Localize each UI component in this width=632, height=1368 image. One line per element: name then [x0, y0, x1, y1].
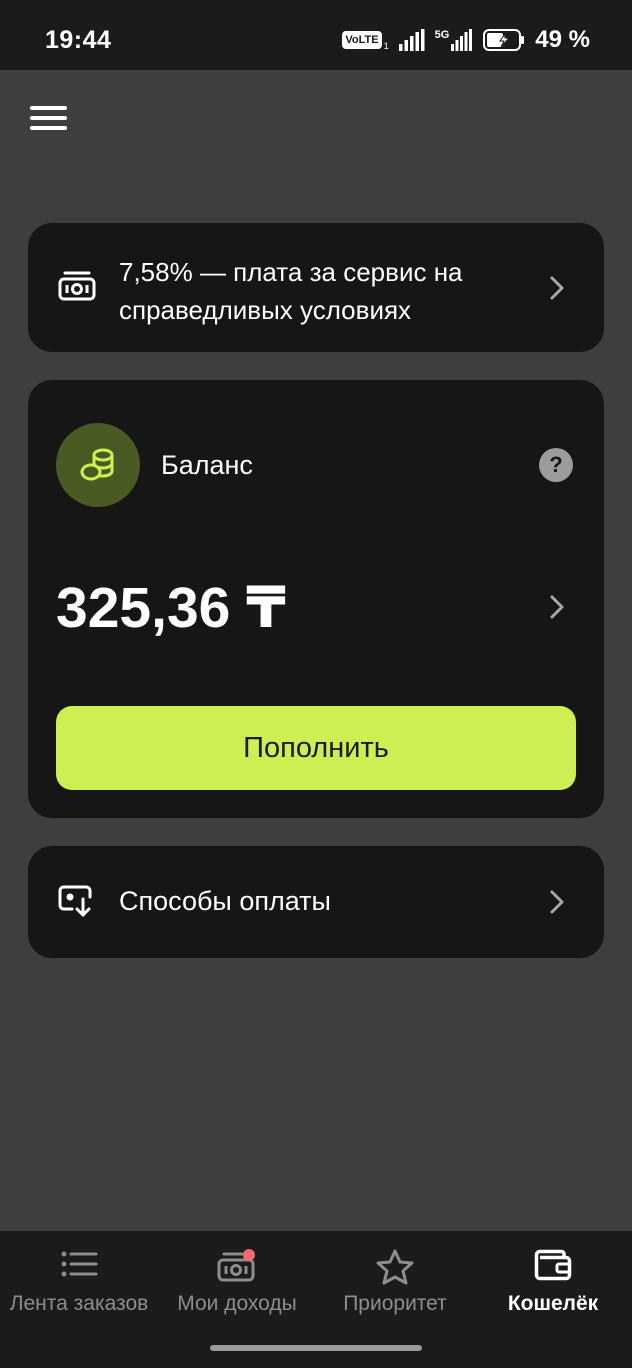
nav-label: Мои доходы — [177, 1292, 297, 1315]
balance-avatar — [56, 423, 140, 507]
status-time: 19:44 — [45, 26, 112, 54]
status-icons: VoLTE 1 5G 49 % — [342, 26, 590, 54]
volte-icon: VoLTE — [342, 31, 382, 49]
payment-card-icon — [58, 885, 92, 917]
list-icon — [61, 1251, 98, 1277]
network-type: 5G — [434, 29, 450, 41]
menu-icon[interactable] — [30, 104, 68, 132]
chevron-right-icon — [550, 276, 564, 300]
balance-card: Баланс ? 325,36 ₸ Пополнить — [28, 380, 604, 818]
wallet-icon — [534, 1249, 572, 1281]
sim-number: 1 — [383, 41, 389, 51]
income-icon — [217, 1249, 255, 1282]
signal-icon — [398, 29, 425, 51]
service-fee-card[interactable]: 7,58% — плата за сервис на справедливых … — [28, 223, 604, 352]
nav-item-priority[interactable]: Приоритет — [316, 1231, 474, 1331]
signal-2-icon — [451, 29, 473, 51]
nav-item-orders-feed[interactable]: Лента заказов — [0, 1231, 158, 1331]
network-5g-signal-icon: 5G — [435, 29, 474, 51]
service-fee-text: 7,58% — плата за сервис на справедливых … — [119, 257, 463, 325]
help-icon[interactable]: ? — [539, 448, 573, 482]
chevron-right-icon — [550, 890, 564, 914]
nav-item-wallet[interactable]: Кошелёк — [474, 1231, 632, 1331]
payment-methods-label: Способы оплаты — [119, 886, 331, 916]
balance-label: Баланс — [161, 450, 253, 480]
battery-icon — [483, 29, 525, 51]
nav-label: Приоритет — [343, 1292, 447, 1315]
chevron-right-icon[interactable] — [550, 595, 564, 619]
nav-label: Кошелёк — [507, 1292, 599, 1315]
nav-item-my-income[interactable]: Мои доходы — [158, 1231, 316, 1331]
topup-button[interactable]: Пополнить — [56, 706, 576, 790]
payment-methods-card[interactable]: Способы оплаты — [28, 846, 604, 958]
star-icon — [376, 1249, 414, 1285]
notification-badge — [243, 1249, 255, 1261]
status-bar: 19:44 VoLTE 1 5G 49 % — [0, 0, 632, 70]
coins-icon — [80, 448, 114, 481]
banknote-icon — [58, 271, 96, 301]
nav-label: Лента заказов — [9, 1292, 149, 1315]
balance-amount[interactable]: 325,36 ₸ — [56, 575, 286, 641]
battery-percent: 49 % — [535, 26, 590, 53]
home-indicator[interactable] — [210, 1345, 422, 1351]
